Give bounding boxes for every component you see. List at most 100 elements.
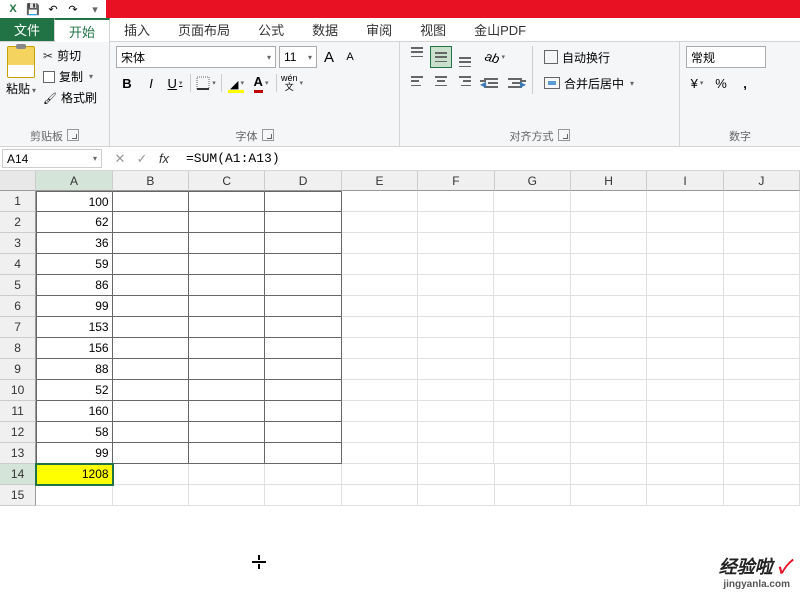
cell-E13[interactable] (342, 443, 418, 464)
cell-C14[interactable] (189, 464, 265, 485)
cell-B4[interactable] (113, 254, 189, 275)
cancel-formula-button[interactable]: ✕ (110, 150, 130, 168)
cell-H7[interactable] (571, 317, 647, 338)
column-header-D[interactable]: D (265, 171, 341, 191)
increase-indent-button[interactable]: ▶ (504, 72, 526, 94)
copy-button[interactable]: 复制▾ (40, 67, 100, 86)
cell-H11[interactable] (571, 401, 647, 422)
underline-button[interactable]: U (164, 72, 186, 94)
row-header-13[interactable]: 13 (0, 443, 36, 464)
cell-I4[interactable] (647, 254, 723, 275)
cell-D1[interactable] (265, 191, 341, 212)
cell-H4[interactable] (571, 254, 647, 275)
cell-B12[interactable] (113, 422, 189, 443)
cell-G9[interactable] (494, 359, 570, 380)
cell-C4[interactable] (189, 254, 265, 275)
cell-D12[interactable] (265, 422, 341, 443)
cell-B14[interactable] (113, 464, 189, 485)
cell-E11[interactable] (342, 401, 418, 422)
row-header-9[interactable]: 9 (0, 359, 36, 380)
cell-A4[interactable]: 59 (36, 254, 112, 275)
cell-I3[interactable] (647, 233, 723, 254)
cell-A2[interactable]: 62 (36, 212, 112, 233)
cell-C2[interactable] (189, 212, 265, 233)
column-header-B[interactable]: B (113, 171, 189, 191)
percent-button[interactable]: % (710, 72, 732, 94)
cell-D10[interactable] (265, 380, 341, 401)
cell-B6[interactable] (113, 296, 189, 317)
cell-G15[interactable] (495, 485, 571, 506)
cell-F12[interactable] (418, 422, 494, 443)
merge-center-button[interactable]: 合并后居中▾ (539, 72, 639, 94)
tab-file[interactable]: 文件 (0, 18, 54, 41)
cell-B15[interactable] (113, 485, 189, 506)
cell-E10[interactable] (342, 380, 418, 401)
cell-A1[interactable]: 100 (36, 191, 112, 212)
orientation-button[interactable]: ab (480, 46, 510, 68)
cell-J8[interactable] (724, 338, 800, 359)
cell-I15[interactable] (647, 485, 723, 506)
cell-E9[interactable] (342, 359, 418, 380)
name-box[interactable]: A14▾ (2, 149, 102, 168)
cell-A14[interactable]: 1208 (36, 464, 112, 485)
cell-B7[interactable] (113, 317, 189, 338)
align-top-button[interactable] (406, 46, 428, 68)
cell-D2[interactable] (265, 212, 341, 233)
cell-I13[interactable] (647, 443, 723, 464)
paste-button[interactable]: 粘贴▾ (6, 80, 36, 97)
fx-button[interactable]: fx (154, 150, 174, 168)
cell-F3[interactable] (418, 233, 494, 254)
cell-I8[interactable] (647, 338, 723, 359)
italic-button[interactable]: I (140, 72, 162, 94)
border-button[interactable] (195, 72, 217, 94)
cell-J13[interactable] (724, 443, 800, 464)
clipboard-dialog-launcher[interactable] (67, 129, 79, 141)
cell-B8[interactable] (113, 338, 189, 359)
cell-C12[interactable] (189, 422, 265, 443)
cell-A11[interactable]: 160 (36, 401, 112, 422)
cell-E15[interactable] (342, 485, 418, 506)
column-header-E[interactable]: E (342, 171, 418, 191)
cell-A5[interactable]: 86 (36, 275, 112, 296)
cell-C11[interactable] (189, 401, 265, 422)
cell-B2[interactable] (113, 212, 189, 233)
cell-F6[interactable] (418, 296, 494, 317)
cut-button[interactable]: 剪切 (40, 46, 100, 65)
row-header-15[interactable]: 15 (0, 485, 36, 506)
cell-I11[interactable] (647, 401, 723, 422)
tab-review[interactable]: 审阅 (352, 18, 406, 41)
cell-J10[interactable] (724, 380, 800, 401)
row-header-5[interactable]: 5 (0, 275, 36, 296)
cell-J7[interactable] (724, 317, 800, 338)
accounting-format-button[interactable]: ¥ (686, 72, 708, 94)
redo-icon[interactable]: ↷ (66, 2, 80, 16)
cell-F1[interactable] (418, 191, 494, 212)
cell-C3[interactable] (189, 233, 265, 254)
cell-G4[interactable] (494, 254, 570, 275)
cell-C15[interactable] (189, 485, 265, 506)
align-bottom-button[interactable] (454, 46, 476, 68)
cell-G13[interactable] (494, 443, 570, 464)
cell-E4[interactable] (342, 254, 418, 275)
select-all-corner[interactable] (0, 171, 36, 191)
cell-H1[interactable] (571, 191, 647, 212)
cell-D13[interactable] (265, 443, 341, 464)
cell-J2[interactable] (724, 212, 800, 233)
accept-formula-button[interactable]: ✓ (132, 150, 152, 168)
cell-A15[interactable] (36, 485, 112, 506)
cell-C5[interactable] (189, 275, 265, 296)
cell-I5[interactable] (647, 275, 723, 296)
column-header-I[interactable]: I (647, 171, 723, 191)
align-right-button[interactable] (454, 70, 476, 92)
alignment-dialog-launcher[interactable] (558, 129, 570, 141)
cell-G14[interactable] (495, 464, 571, 485)
cell-H15[interactable] (571, 485, 647, 506)
cell-B9[interactable] (113, 359, 189, 380)
cell-F14[interactable] (418, 464, 494, 485)
cell-H8[interactable] (571, 338, 647, 359)
cell-B11[interactable] (113, 401, 189, 422)
cell-B3[interactable] (113, 233, 189, 254)
cell-C7[interactable] (189, 317, 265, 338)
formula-input[interactable] (180, 147, 800, 170)
format-painter-button[interactable]: 格式刷 (40, 88, 100, 107)
